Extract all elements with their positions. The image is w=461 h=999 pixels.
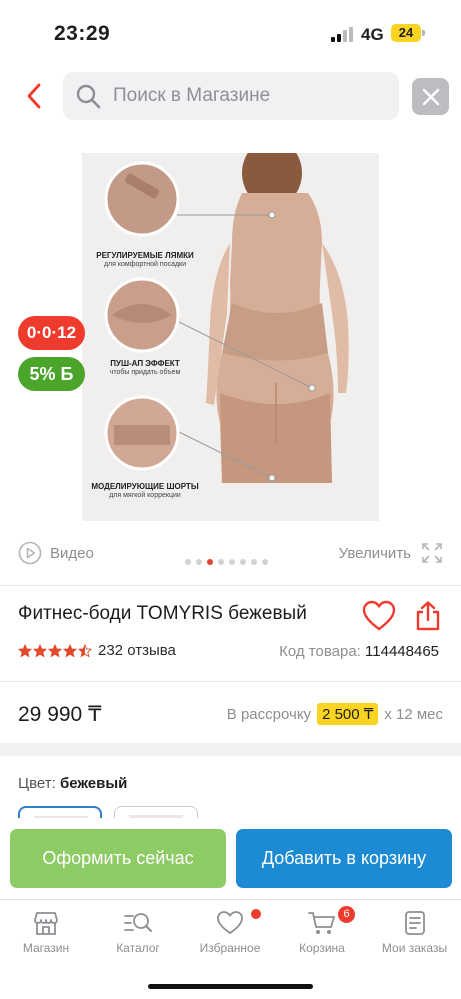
search-placeholder: Поиск в Магазине <box>113 85 271 106</box>
add-to-cart-button[interactable]: Добавить в корзину <box>236 829 452 888</box>
product-photo <box>82 153 379 521</box>
tab-favorites[interactable]: Избранное <box>184 906 276 966</box>
zoom-button[interactable]: Увеличить <box>339 540 443 566</box>
divider <box>0 681 461 682</box>
signal-icon <box>331 26 355 42</box>
star-icon <box>63 643 77 657</box>
orders-icon <box>404 911 425 935</box>
color-label-text: Цвет: <box>18 775 56 792</box>
bonus-badge: 5% Б <box>18 357 85 391</box>
play-icon <box>18 541 42 565</box>
installment-info[interactable]: В рассрочку 2 500 ₸ х 12 мес <box>227 703 443 725</box>
installment-badge: 0·0·12 <box>18 316 85 350</box>
product-price: 29 990 ₸ <box>18 703 102 726</box>
cart-badge: 6 <box>338 906 355 923</box>
status-time: 23:29 <box>54 22 111 45</box>
top-bar: Поиск в Магазине <box>0 70 461 122</box>
color-label: Цвет: бежевый <box>18 775 127 792</box>
sku-value: 114448465 <box>365 643 439 660</box>
chevron-left-icon <box>27 83 41 109</box>
expand-icon <box>422 543 442 563</box>
star-icon <box>18 643 32 657</box>
search-input[interactable]: Поиск в Магазине <box>63 72 399 120</box>
carousel-dot[interactable] <box>196 559 202 565</box>
carousel-dot[interactable] <box>218 559 224 565</box>
carousel-dot[interactable] <box>207 559 213 565</box>
carousel-dots <box>185 559 268 565</box>
callout-pushup: ПУШ-АП ЭФФЕКТ чтобы придать объем <box>90 359 200 376</box>
tab-catalog[interactable]: Каталог <box>92 906 184 966</box>
tab-label: Мои заказы <box>381 941 448 955</box>
tab-label: Магазин <box>22 941 70 955</box>
sku: Код товара: 114448465 <box>279 643 439 660</box>
store-icon <box>34 912 58 935</box>
tab-orders[interactable]: Мои заказы <box>368 906 461 966</box>
callout-subtitle: чтобы придать объем <box>109 369 181 376</box>
battery-icon: 24 <box>391 24 421 42</box>
cta-area: Оформить сейчас Добавить в корзину <box>0 818 461 902</box>
divider <box>0 585 461 586</box>
tab-label: Избранное <box>199 941 261 955</box>
carousel-dot[interactable] <box>240 559 246 565</box>
sku-label: Код товара: <box>279 643 361 660</box>
video-button[interactable]: Видео <box>18 540 94 566</box>
callout-title: РЕГУЛИРУЕМЫЕ ЛЯМКИ <box>96 251 194 260</box>
product-image[interactable]: РЕГУЛИРУЕМЫЕ ЛЯМКИ для комфортной посадк… <box>82 153 379 521</box>
tab-label: Корзина <box>299 941 345 955</box>
battery-cap <box>422 30 425 36</box>
installment-prefix: В рассрочку <box>226 705 312 723</box>
home-indicator <box>148 984 313 989</box>
reviews-count[interactable]: 232 отзыва <box>98 642 176 659</box>
close-icon <box>422 88 439 105</box>
clear-search-button[interactable] <box>412 78 449 115</box>
star-icon <box>33 643 47 657</box>
share-button[interactable] <box>414 600 442 632</box>
favorite-button[interactable] <box>362 600 396 632</box>
notification-dot <box>251 909 261 919</box>
share-icon <box>416 601 440 631</box>
carousel-dot[interactable] <box>251 559 257 565</box>
carousel-dot[interactable] <box>229 559 235 565</box>
tab-label: Каталог <box>116 941 160 955</box>
rating-row[interactable]: 232 отзыва <box>18 642 176 659</box>
catalog-search-icon <box>124 913 152 932</box>
installment-amount: 2 500 ₸ <box>317 703 379 725</box>
back-button[interactable] <box>18 78 50 114</box>
status-bar: 23:29 4G 24 <box>0 0 461 64</box>
buy-now-button[interactable]: Оформить сейчас <box>10 829 226 888</box>
callout-subtitle: для комфортной посадки <box>103 261 187 268</box>
search-icon <box>76 84 101 109</box>
section-separator <box>0 743 461 756</box>
carousel-dot[interactable] <box>262 559 268 565</box>
callout-title: МОДЕЛИРУЮЩИЕ ШОРТЫ <box>91 482 199 491</box>
callout-subtitle: для мягкой коррекции <box>109 492 181 499</box>
star-icon <box>48 643 62 657</box>
callout-shorts: МОДЕЛИРУЮЩИЕ ШОРТЫ для мягкой коррекции <box>86 482 204 499</box>
cart-icon <box>308 912 335 934</box>
carousel-dot[interactable] <box>185 559 191 565</box>
network-type: 4G <box>361 25 384 44</box>
callout-title: ПУШ-АП ЭФФЕКТ <box>110 359 180 368</box>
product-title: Фитнес-боди TOMYRIS бежевый <box>18 603 307 624</box>
installment-suffix: х 12 мес <box>384 705 443 723</box>
heart-outline-icon <box>362 600 396 631</box>
video-label: Видео <box>50 544 94 562</box>
heart-icon <box>217 911 243 934</box>
tab-store[interactable]: Магазин <box>0 906 92 966</box>
tab-cart[interactable]: 6 Корзина <box>276 906 368 966</box>
zoom-label: Увеличить <box>338 544 411 562</box>
callout-straps: РЕГУЛИРУЕМЫЕ ЛЯМКИ для комфортной посадк… <box>90 251 200 268</box>
star-icon <box>78 643 92 657</box>
color-value: бежевый <box>59 775 128 792</box>
rating-stars <box>18 643 92 658</box>
